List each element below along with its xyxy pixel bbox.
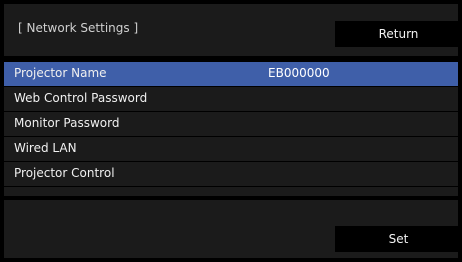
projector-name-value: EB000000 <box>268 66 330 80</box>
menu-item-monitor-password[interactable]: Monitor Password <box>4 112 458 137</box>
set-button[interactable]: Set <box>335 226 462 252</box>
menu-item-label: Wired LAN <box>14 141 77 155</box>
menu-item-label: Projector Name <box>14 66 107 80</box>
menu-item-web-control-password[interactable]: Web Control Password <box>4 87 458 112</box>
header-panel: [ Network Settings ] Return <box>4 4 462 56</box>
return-button[interactable]: Return <box>335 21 462 47</box>
menu-item-projector-control[interactable]: Projector Control <box>4 162 458 187</box>
network-settings-screen: [ Network Settings ] Return Projector Na… <box>0 0 462 262</box>
footer-panel: Set <box>4 200 462 258</box>
menu-item-wired-lan[interactable]: Wired LAN <box>4 137 458 162</box>
page-title: [ Network Settings ] <box>18 21 139 35</box>
settings-menu: Projector Name EB000000 Web Control Pass… <box>4 62 458 196</box>
menu-item-label: Projector Control <box>14 166 115 180</box>
menu-item-label: Web Control Password <box>14 91 148 105</box>
menu-item-projector-name[interactable]: Projector Name EB000000 <box>4 62 458 87</box>
menu-item-label: Monitor Password <box>14 116 120 130</box>
